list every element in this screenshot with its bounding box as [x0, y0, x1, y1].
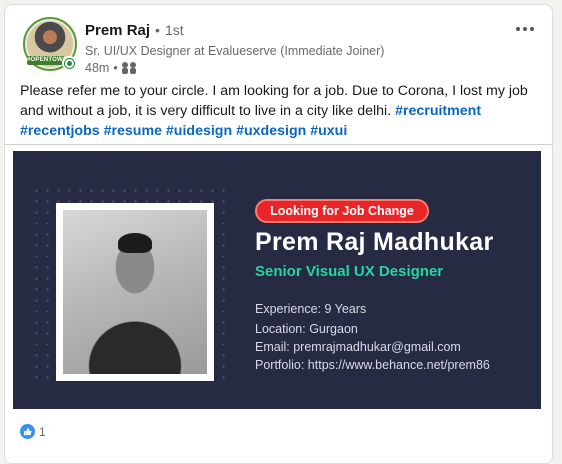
media-divider [4, 144, 553, 145]
connections-icon [121, 62, 136, 74]
banner-name: Prem Raj Madhukar [255, 228, 494, 256]
hashtag-link[interactable]: #recentjobs [20, 123, 100, 139]
more-horizontal-icon [516, 27, 520, 31]
name-separator: • [155, 22, 160, 38]
banner-role: Senior Visual UX Designer [255, 263, 444, 280]
author-name[interactable]: Prem Raj [85, 22, 150, 39]
author-headline: Sr. UI/UX Designer at Evalueserve (Immed… [85, 44, 385, 58]
post-meta: 48m • [85, 61, 136, 75]
more-options-button[interactable] [512, 19, 538, 39]
hashtag-link[interactable]: #recruitment [395, 103, 481, 119]
online-status-icon [62, 56, 76, 70]
like-icon [20, 424, 35, 439]
post-image[interactable]: Looking for Job Change Prem Raj Madhukar… [13, 151, 541, 409]
banner-email: Email: premrajmadhukar@gmail.com [255, 340, 461, 354]
banner-location: Location: Gurgaon [255, 322, 358, 336]
social-counts[interactable]: 1 [20, 424, 46, 439]
banner-experience: Experience: 9 Years [255, 302, 367, 316]
hashtag-link[interactable]: #resume [104, 123, 162, 139]
post-timestamp[interactable]: 48m [85, 61, 109, 75]
meta-separator: • [113, 61, 118, 75]
hashtag-link[interactable]: #uxui [310, 123, 347, 139]
post-body: Please refer me to your circle. I am loo… [20, 81, 535, 141]
job-change-badge: Looking for Job Change [255, 199, 429, 223]
banner-portfolio: Portfolio: https://www.behance.net/prem8… [255, 358, 490, 372]
hashtag-link[interactable]: #uxdesign [236, 123, 306, 139]
reaction-count: 1 [39, 424, 46, 439]
profile-photo-frame [56, 203, 214, 381]
author-name-row: Prem Raj • 1st [85, 22, 184, 39]
open-to-work-badge: #OPENTOWORK [27, 56, 77, 65]
hashtag-link[interactable]: #uidesign [166, 123, 232, 139]
profile-photo [63, 210, 207, 374]
connection-degree: 1st [164, 22, 184, 38]
